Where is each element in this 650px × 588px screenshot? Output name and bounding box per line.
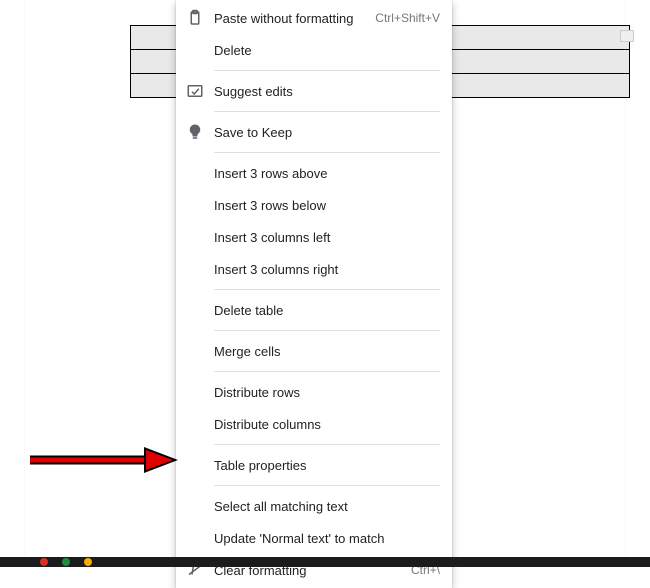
context-menu: Paste without formatting Ctrl+Shift+V De… <box>176 0 452 588</box>
menu-label: Paste without formatting <box>214 11 375 26</box>
menu-label: Distribute rows <box>214 385 440 400</box>
menu-label: Insert 3 rows below <box>214 198 440 213</box>
menu-table-properties[interactable]: Table properties <box>176 449 452 481</box>
menu-divider <box>214 371 440 372</box>
menu-insert-rows-below[interactable]: Insert 3 rows below <box>176 189 452 221</box>
menu-update-normal[interactable]: Update 'Normal text' to match <box>176 522 452 554</box>
keep-icon <box>186 123 204 141</box>
menu-suggest-edits[interactable]: Suggest edits <box>176 75 452 107</box>
taskbar-icon[interactable] <box>84 558 92 566</box>
menu-label: Save to Keep <box>214 125 440 140</box>
menu-distribute-rows[interactable]: Distribute rows <box>176 376 452 408</box>
menu-insert-cols-left[interactable]: Insert 3 columns left <box>176 221 452 253</box>
menu-divider <box>214 289 440 290</box>
menu-label: Select all matching text <box>214 499 440 514</box>
suggest-edits-icon <box>186 82 204 100</box>
menu-label: Suggest edits <box>214 84 440 99</box>
menu-shortcut: Ctrl+Shift+V <box>375 11 440 25</box>
menu-select-matching[interactable]: Select all matching text <box>176 490 452 522</box>
menu-divider <box>214 111 440 112</box>
menu-distribute-columns[interactable]: Distribute columns <box>176 408 452 440</box>
menu-insert-rows-above[interactable]: Insert 3 rows above <box>176 157 452 189</box>
menu-merge-cells[interactable]: Merge cells <box>176 335 452 367</box>
menu-divider <box>214 485 440 486</box>
menu-delete-table[interactable]: Delete table <box>176 294 452 326</box>
taskbar <box>0 557 650 567</box>
menu-label: Distribute columns <box>214 417 440 432</box>
menu-label: Merge cells <box>214 344 440 359</box>
menu-label: Delete table <box>214 303 440 318</box>
menu-insert-cols-right[interactable]: Insert 3 columns right <box>176 253 452 285</box>
taskbar-icon[interactable] <box>40 558 48 566</box>
menu-label: Insert 3 rows above <box>214 166 440 181</box>
menu-delete[interactable]: Delete <box>176 34 452 66</box>
paste-icon <box>186 9 204 27</box>
menu-label: Delete <box>214 43 440 58</box>
menu-label: Insert 3 columns right <box>214 262 440 277</box>
menu-divider <box>214 444 440 445</box>
menu-paste-without-formatting[interactable]: Paste without formatting Ctrl+Shift+V <box>176 2 452 34</box>
menu-divider <box>214 70 440 71</box>
menu-label: Insert 3 columns left <box>214 230 440 245</box>
menu-label: Table properties <box>214 458 440 473</box>
taskbar-icon[interactable] <box>62 558 70 566</box>
menu-divider <box>214 330 440 331</box>
menu-label: Update 'Normal text' to match <box>214 531 440 546</box>
menu-save-to-keep[interactable]: Save to Keep <box>176 116 452 148</box>
cell-handle[interactable] <box>620 30 634 42</box>
menu-divider <box>214 152 440 153</box>
